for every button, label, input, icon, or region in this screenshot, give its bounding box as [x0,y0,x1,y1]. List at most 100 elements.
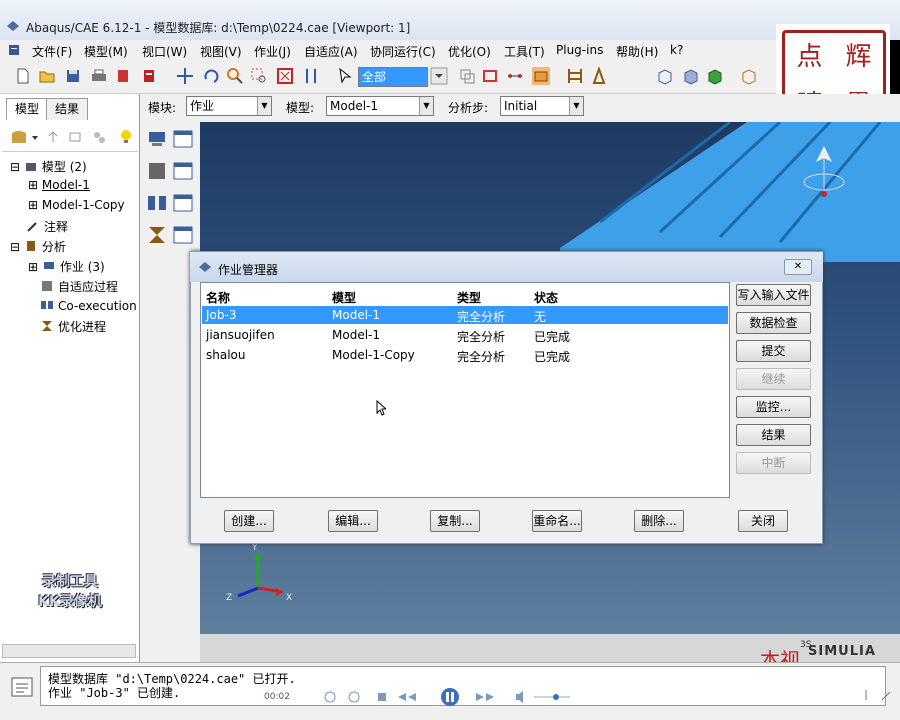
node-select-icon[interactable] [506,67,524,85]
table-row[interactable]: shalou Model-1-Copy 完全分析 已完成 [202,346,728,364]
optimization-manager-icon[interactable] [172,224,194,246]
expand-icon[interactable]: ⊞ [28,198,38,212]
dismiss-button[interactable]: 关闭 [738,510,788,532]
collapse-icon[interactable]: ⊟ [10,160,20,174]
job-manager-icon[interactable] [172,128,194,150]
menu-co-execution[interactable]: 协同运行(C) [370,43,436,60]
rename-button[interactable]: 重命名... [532,510,582,532]
close-icon[interactable]: ✕ [784,259,812,275]
render-style-icon[interactable] [532,67,550,85]
menu-tools[interactable]: 工具(T) [504,43,545,60]
submit-button[interactable]: 提交 [736,340,811,362]
dialog-icon [199,262,211,272]
tree-model-1[interactable]: ⊞ Model-1 [28,178,90,192]
tree-models[interactable]: ⊟ 模型 (2) [10,158,87,175]
copy-button[interactable]: 复制... [430,510,480,532]
col-header-name[interactable]: 名称 [206,289,230,306]
menu-job[interactable]: 作业(J) [254,43,291,60]
pan-icon[interactable] [176,67,194,85]
col-header-type[interactable]: 类型 [457,289,481,306]
tree-adaptivity[interactable]: 自适应过程 [40,278,118,295]
kill-button[interactable]: 中断 [736,452,811,474]
menu-help[interactable]: 帮助(H) [616,43,658,60]
player-buttons-icon[interactable] [320,688,740,706]
beam-grooves [600,122,882,243]
open-file-icon[interactable] [38,67,56,85]
monitor-button[interactable]: 监控... [736,396,811,418]
menu-adaptivity[interactable]: 自适应(A) [304,43,358,60]
section-icon[interactable] [590,67,608,85]
menu-view[interactable]: 视图(V) [200,43,242,60]
step-select[interactable]: Initial ▼ [500,96,584,116]
query-icon[interactable] [140,67,158,85]
job-create-icon[interactable] [146,128,168,150]
optimization-create-icon[interactable] [146,224,168,246]
model-select[interactable]: Model-1 ▼ [326,96,434,116]
tree-optimization[interactable]: 优化进程 [40,318,106,335]
cycle-views-icon[interactable] [302,67,320,85]
database-icon[interactable] [10,129,40,147]
col-header-status[interactable]: 状态 [534,289,558,306]
tree-jobs[interactable]: ⊞ 作业 (3) [28,258,105,275]
table-row[interactable]: Job-3 Model-1 完全分析 无 [202,306,728,324]
write-input-button[interactable]: 写入输入文件 [736,284,811,306]
create-button[interactable]: 创建... [224,510,274,532]
menu-context-help[interactable]: k? [670,43,683,57]
box-zoom-icon[interactable] [250,67,268,85]
selection-filter-select[interactable]: 全部 [358,67,428,87]
tab-results[interactable]: 结果 [46,98,89,120]
results-button[interactable]: 结果 [736,424,811,446]
table-row[interactable]: jiansuojifen Model-1 完全分析 已完成 [202,326,728,344]
expand-icon[interactable]: ⊞ [28,178,38,192]
ruler-icon[interactable] [566,67,584,85]
adaptive-manager-icon[interactable] [172,160,194,182]
filter-dropdown-icon[interactable] [430,67,448,85]
menu-model[interactable]: 模型(M) [84,43,128,60]
selection-options-icon[interactable] [458,67,476,85]
new-file-icon[interactable] [14,67,32,85]
wireframe-icon[interactable] [656,67,674,85]
message-area-icon[interactable] [10,676,34,698]
horizontal-scrollbar[interactable] [2,644,136,658]
adaptive-process-icon[interactable] [146,160,168,182]
shaded-icon[interactable] [706,67,724,85]
print-icon[interactable] [90,67,108,85]
tree-co-execution[interactable]: Co-execution [40,298,137,313]
co-execution-manager-icon[interactable] [172,192,194,214]
menu-plugins[interactable]: Plug-ins [556,43,603,57]
lightbulb-icon[interactable] [118,129,134,145]
continue-button[interactable]: 继续 [736,368,811,390]
tree-model-1-copy[interactable]: ⊞ Model-1-Copy [28,198,125,212]
menu-file[interactable]: 文件(F) [32,43,72,60]
system-menu-icon[interactable] [8,44,20,56]
expand-icon[interactable]: ⊞ [28,260,38,274]
col-header-model[interactable]: 模型 [332,289,356,306]
menu-optimization[interactable]: 优化(O) [448,43,491,60]
tree-expand-icon[interactable] [92,130,106,144]
auto-fit-icon[interactable] [276,67,294,85]
compass-icon[interactable] [796,142,852,202]
view-iso-icon[interactable] [740,67,758,85]
tab-model[interactable]: 模型 [6,98,49,120]
save-icon[interactable] [64,67,82,85]
hidden-line-icon[interactable] [682,67,700,85]
data-check-button[interactable]: 数据检查 [736,312,811,334]
tree-model-1-copy-label: Model-1-Copy [41,198,125,212]
delete-button[interactable]: 删除... [634,510,684,532]
tree-annotations[interactable]: 注释 [26,218,68,235]
plot-icon[interactable] [114,67,132,85]
edit-button[interactable]: 编辑... [328,510,378,532]
module-select[interactable]: 作业 ▼ [186,96,272,116]
select-arrow-icon[interactable] [336,67,354,85]
menu-viewport[interactable]: 视口(W) [142,43,187,60]
tree-filter-icon[interactable] [68,130,82,144]
resize-grip-icon[interactable] [862,688,892,702]
tree-up-icon[interactable] [46,130,60,144]
dialog-title-bar[interactable] [190,252,823,282]
co-execution-create-icon[interactable] [146,192,168,214]
zoom-icon[interactable] [226,67,244,85]
collapse-icon[interactable]: ⊟ [10,240,20,254]
tree-analysis[interactable]: ⊟ 分析 [10,238,66,255]
rotate-icon[interactable] [202,67,220,85]
drag-select-icon[interactable] [482,67,500,85]
